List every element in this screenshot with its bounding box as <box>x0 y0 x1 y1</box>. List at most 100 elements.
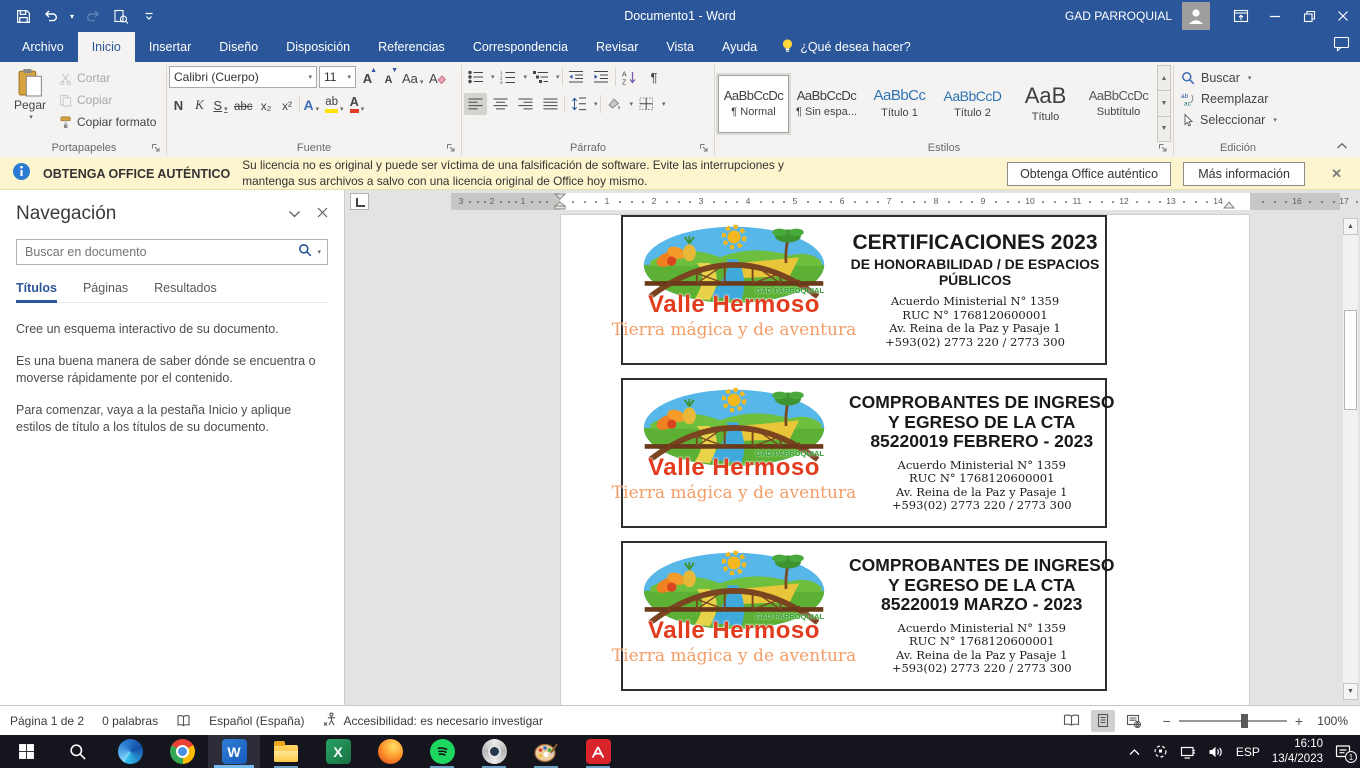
style-card-sinespa[interactable]: AaBbCcDc¶ Sin espa... <box>791 75 862 133</box>
web-layout-icon[interactable] <box>1122 710 1146 732</box>
right-indent-marker-icon[interactable] <box>1223 201 1235 210</box>
firefox-taskbar-button[interactable] <box>364 735 416 768</box>
styles-scroll-up-icon[interactable]: ▲ <box>1157 65 1171 91</box>
horizontal-ruler[interactable]: 32112345678910111213141617 <box>451 193 1340 210</box>
undo-dropdown-icon[interactable]: ▾ <box>66 12 78 21</box>
nav-tab-paginas[interactable]: Páginas <box>83 281 128 302</box>
zoom-level[interactable]: 100% <box>1310 714 1348 728</box>
vertical-scrollbar[interactable]: ▲ ▼ <box>1343 218 1358 700</box>
nav-tab-resultados[interactable]: Resultados <box>154 281 217 302</box>
paste-button[interactable]: Pegar ▾ <box>4 65 56 141</box>
underline-button[interactable]: S▾ <box>211 93 230 115</box>
ribbon-display-options-icon[interactable] <box>1224 0 1258 32</box>
superscript-button[interactable]: x² <box>278 93 297 115</box>
style-card-titulo1[interactable]: AaBbCcTítulo 1 <box>864 75 935 133</box>
close-icon[interactable] <box>1326 0 1360 32</box>
italic-button[interactable]: K <box>190 93 209 115</box>
edge-taskbar-button[interactable] <box>104 735 156 768</box>
justify-icon[interactable] <box>539 93 562 115</box>
shading-icon[interactable] <box>603 93 626 115</box>
volume-icon[interactable] <box>1208 745 1224 759</box>
action-center-icon[interactable]: 1 <box>1335 744 1352 759</box>
text-highlight-button[interactable]: ab▾ <box>323 93 345 115</box>
zoom-in-icon[interactable]: + <box>1295 713 1303 729</box>
tell-me-box[interactable]: ¿Qué desea hacer? <box>771 32 921 62</box>
scroll-down-icon[interactable]: ▼ <box>1343 683 1358 700</box>
browser-wheel-taskbar-button[interactable] <box>468 735 520 768</box>
font-dialog-launcher-icon[interactable] <box>446 143 456 157</box>
format-painter-button[interactable]: Copiar formato <box>56 111 159 133</box>
nav-tab-titulos[interactable]: Títulos <box>16 281 57 302</box>
search-icon[interactable] <box>298 243 312 262</box>
sync-status-icon[interactable] <box>1153 744 1168 759</box>
proofing-icon[interactable] <box>176 714 191 728</box>
print-preview-icon[interactable] <box>108 3 134 29</box>
word-taskbar-button[interactable]: W <box>208 735 260 768</box>
nav-pane-close-icon[interactable] <box>317 205 328 223</box>
more-info-button[interactable]: Más información <box>1183 162 1305 186</box>
scroll-up-icon[interactable]: ▲ <box>1343 218 1358 235</box>
style-card-normal[interactable]: AaBbCcDc¶ Normal <box>718 75 789 133</box>
collapse-ribbon-icon[interactable] <box>1336 137 1348 155</box>
ribbon-tab-archivo[interactable]: Archivo <box>8 32 78 62</box>
paint-taskbar-button[interactable] <box>520 735 572 768</box>
minimize-icon[interactable] <box>1258 0 1292 32</box>
styles-scroll-down-icon[interactable]: ▼ <box>1157 90 1171 116</box>
bold-button[interactable]: N <box>169 93 188 115</box>
read-mode-icon[interactable] <box>1060 710 1084 732</box>
restore-icon[interactable] <box>1292 0 1326 32</box>
font-color-button[interactable]: A▾ <box>348 93 367 115</box>
dismiss-license-bar-icon[interactable]: ✕ <box>1331 166 1342 182</box>
excel-taskbar-button[interactable]: X <box>312 735 364 768</box>
document-page[interactable]: Valle HermosoGAD PARROQUIAL Tierra mágic… <box>560 214 1250 705</box>
ribbon-tab-disposicion[interactable]: Disposición <box>272 32 364 62</box>
spotify-taskbar-button[interactable] <box>416 735 468 768</box>
ribbon-tab-insertar[interactable]: Insertar <box>135 32 205 62</box>
input-language-indicator[interactable]: ESP <box>1236 745 1260 759</box>
get-office-button[interactable]: Obtenga Office auténtico <box>1007 162 1171 186</box>
avatar[interactable] <box>1182 2 1210 30</box>
indent-marker-icon[interactable] <box>554 193 566 210</box>
font-name-select[interactable]: Calibri (Cuerpo)▾ <box>169 66 317 88</box>
ribbon-tab-inicio[interactable]: Inicio <box>78 32 135 62</box>
multilevel-list-icon[interactable] <box>529 66 552 88</box>
start-taskbar-button[interactable] <box>0 735 52 768</box>
grow-font-button[interactable]: A▲ <box>358 66 377 88</box>
clipboard-dialog-launcher-icon[interactable] <box>151 143 161 157</box>
align-center-icon[interactable] <box>489 93 512 115</box>
ribbon-tab-correspondencia[interactable]: Correspondencia <box>459 32 582 62</box>
clock[interactable]: 16:10 13/4/2023 <box>1272 737 1323 766</box>
styles-gallery-more-icon[interactable]: ▼ <box>1157 116 1171 142</box>
styles-dialog-launcher-icon[interactable] <box>1158 143 1168 157</box>
increase-indent-icon[interactable] <box>590 66 613 88</box>
select-button[interactable]: Seleccionar▾ <box>1176 109 1300 130</box>
word-count[interactable]: 0 palabras <box>102 714 158 728</box>
find-button[interactable]: Buscar▾ <box>1176 67 1300 88</box>
style-card-titulo[interactable]: AaBTítulo <box>1010 75 1081 133</box>
decrease-indent-icon[interactable] <box>565 66 588 88</box>
subscript-button[interactable]: x₂ <box>257 93 276 115</box>
zoom-out-icon[interactable]: − <box>1163 713 1171 729</box>
change-case-button[interactable]: Aa▾ <box>400 66 425 88</box>
numbering-icon[interactable]: 123 <box>497 66 520 88</box>
acrobat-taskbar-button[interactable] <box>572 735 624 768</box>
zoom-slider-thumb[interactable] <box>1241 714 1248 728</box>
tab-stop-selector[interactable] <box>350 193 369 210</box>
search-input[interactable] <box>17 245 298 259</box>
nav-pane-options-chevron-icon[interactable] <box>288 205 301 223</box>
customize-qat-icon[interactable] <box>136 3 162 29</box>
show-marks-icon[interactable]: ¶ <box>643 66 666 88</box>
borders-icon[interactable] <box>635 93 658 115</box>
line-spacing-icon[interactable] <box>567 93 590 115</box>
page-indicator[interactable]: Página 1 de 2 <box>10 714 84 728</box>
shrink-font-button[interactable]: A▼ <box>379 66 398 88</box>
feedback-icon[interactable] <box>1333 36 1350 57</box>
file-explorer-taskbar-button[interactable] <box>260 735 312 768</box>
ribbon-tab-vista[interactable]: Vista <box>652 32 708 62</box>
strikethrough-button[interactable]: abc <box>232 93 255 115</box>
ribbon-tab-diseno[interactable]: Diseño <box>205 32 272 62</box>
search-options-caret-icon[interactable]: ▾ <box>317 248 321 256</box>
align-right-icon[interactable] <box>514 93 537 115</box>
text-effects-button[interactable]: A▾ <box>302 93 322 115</box>
search-taskbar-button[interactable] <box>52 735 104 768</box>
